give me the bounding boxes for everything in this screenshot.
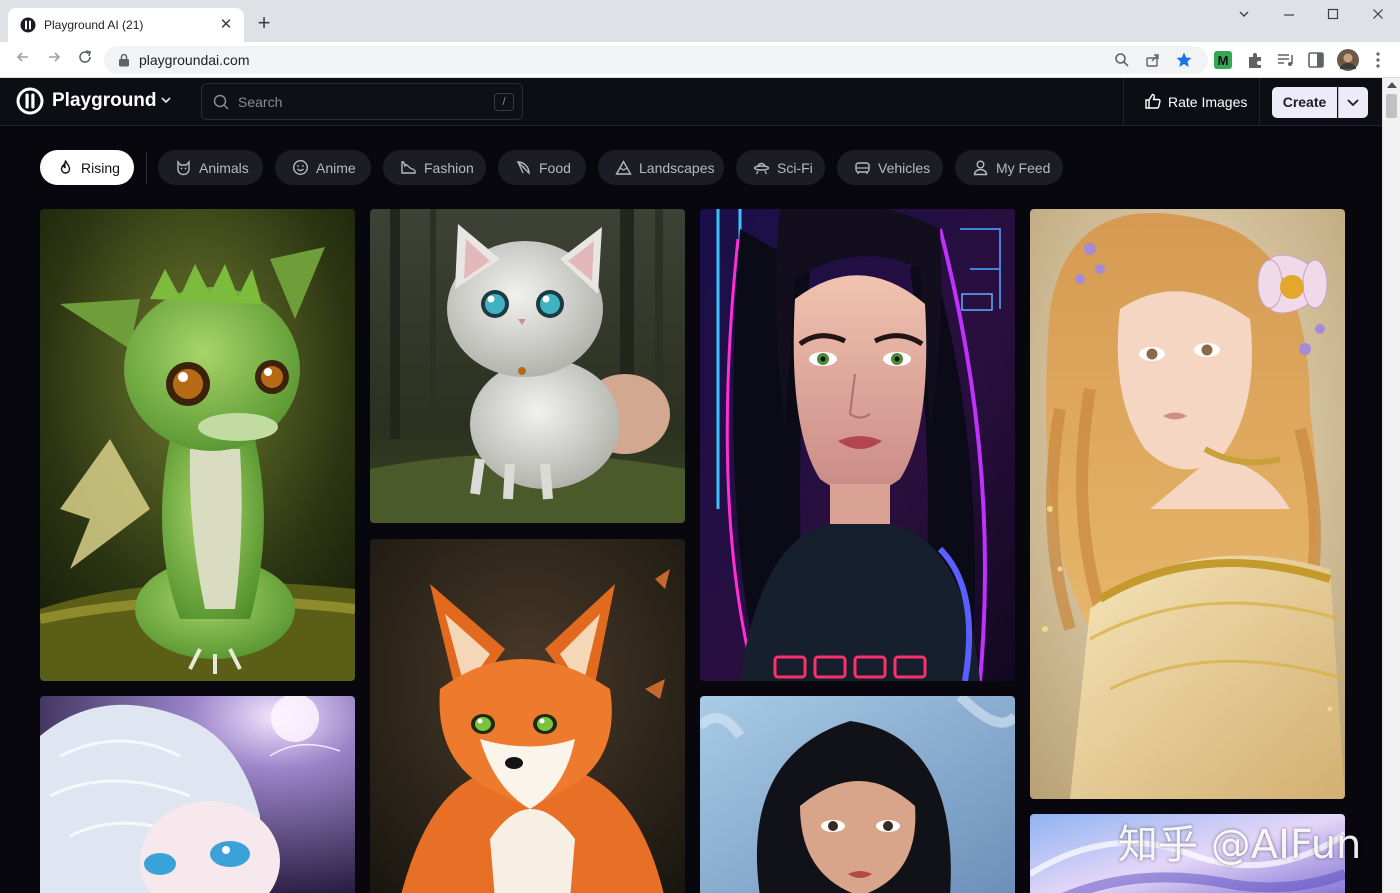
playground-favicon-icon	[20, 17, 36, 33]
app-header: Playground / Rate Images Create	[0, 78, 1382, 126]
baby-dragon-image	[40, 209, 355, 681]
silver-hair-girl-image	[40, 696, 355, 893]
browser-menu-icon[interactable]	[1368, 50, 1388, 70]
image-card-silver-hair-girl[interactable]	[40, 696, 355, 893]
smile-icon	[292, 159, 309, 176]
rate-images-label: Rate Images	[1168, 94, 1248, 110]
category-pill-vehicles[interactable]: Vehicles	[837, 150, 943, 185]
mountain-icon	[615, 160, 632, 175]
header-divider	[1259, 78, 1260, 126]
cat-icon	[177, 160, 190, 176]
category-label: Rising	[81, 160, 120, 176]
bookmark-star-icon[interactable]	[1175, 51, 1193, 69]
white-kitten-image	[370, 209, 685, 523]
category-separator	[146, 152, 147, 184]
extensions-puzzle-icon[interactable]	[1245, 50, 1265, 70]
playground-logo-icon[interactable]	[16, 87, 44, 115]
user-icon	[973, 160, 988, 176]
category-label: Fashion	[424, 160, 474, 176]
lock-icon	[119, 53, 129, 67]
category-filter-bar: Rising Animals Anime Fashion Food Landsc…	[0, 150, 1382, 186]
search-shortcut-badge: /	[494, 93, 514, 111]
category-label: Sci-Fi	[777, 160, 813, 176]
flame-icon	[60, 160, 71, 174]
category-pill-food[interactable]: Food	[498, 150, 586, 185]
category-label: Animals	[199, 160, 249, 176]
share-icon[interactable]	[1144, 51, 1162, 69]
image-card-neon-woman[interactable]	[700, 209, 1015, 681]
tab-search-icon[interactable]	[1232, 6, 1256, 26]
category-pill-animals[interactable]: Animals	[158, 150, 263, 185]
category-pill-my-feed[interactable]: My Feed	[955, 150, 1063, 185]
address-bar[interactable]: playgroundai.com	[104, 46, 1208, 74]
browser-toolbar: playgroundai.com M	[0, 42, 1400, 78]
golden-fairy-image	[1030, 209, 1345, 799]
tab-title: Playground AI (21)	[44, 18, 144, 32]
search-box[interactable]: /	[201, 83, 523, 120]
header-divider	[1123, 78, 1124, 126]
maximize-window-button[interactable]	[1321, 6, 1345, 26]
image-card-dark-hair-girl[interactable]	[700, 696, 1015, 893]
chevron-down-icon	[1338, 87, 1359, 118]
category-label: My Feed	[996, 160, 1051, 176]
image-card-baby-dragon[interactable]	[40, 209, 355, 681]
side-panel-icon[interactable]	[1306, 50, 1326, 70]
close-window-button[interactable]	[1366, 6, 1390, 26]
profile-avatar[interactable]	[1337, 49, 1359, 71]
orange-fox-image	[370, 539, 685, 893]
category-pill-rising[interactable]: Rising	[40, 150, 134, 185]
pizza-icon	[516, 161, 530, 175]
image-card-golden-fairy[interactable]	[1030, 209, 1345, 799]
url-text: playgroundai.com	[139, 52, 250, 68]
create-button[interactable]: Create	[1272, 87, 1337, 118]
dark-hair-girl-image	[700, 696, 1015, 893]
category-pill-sci-fi[interactable]: Sci-Fi	[736, 150, 825, 185]
image-card-white-kitten[interactable]	[370, 209, 685, 523]
search-input[interactable]	[238, 91, 478, 113]
ufo-icon	[753, 162, 770, 175]
new-tab-button[interactable]: +	[252, 12, 276, 36]
extension-m-icon[interactable]: M	[1213, 50, 1233, 70]
thumbs-up-icon	[1145, 93, 1161, 109]
reading-list-icon[interactable]	[1275, 50, 1295, 70]
reload-icon[interactable]	[74, 49, 96, 71]
brand-name[interactable]: Playground	[52, 90, 157, 112]
forward-icon[interactable]	[43, 49, 65, 71]
tab-strip: Playground AI (21) ✕ +	[0, 0, 1400, 42]
search-icon	[213, 94, 229, 110]
chevron-down-icon[interactable]	[158, 92, 174, 108]
category-pill-fashion[interactable]: Fashion	[383, 150, 486, 185]
category-pill-landscapes[interactable]: Landscapes	[598, 150, 724, 185]
category-label: Vehicles	[878, 160, 931, 176]
watermark-text: 知乎 @AIFun	[1118, 822, 1362, 868]
svg-text:M: M	[1218, 53, 1229, 68]
shoe-icon	[401, 161, 416, 174]
category-label: Anime	[316, 160, 356, 176]
create-menu-button[interactable]	[1338, 87, 1368, 118]
neon-woman-image	[700, 209, 1015, 681]
car-icon	[855, 162, 870, 174]
playground-app: Playground / Rate Images Create	[0, 78, 1382, 893]
close-tab-icon[interactable]: ✕	[216, 15, 236, 35]
back-icon[interactable]	[12, 49, 34, 71]
category-pill-anime[interactable]: Anime	[275, 150, 371, 185]
category-label: Food	[539, 160, 571, 176]
zoom-icon[interactable]	[1113, 51, 1131, 69]
page-scrollbar[interactable]	[1382, 78, 1400, 893]
scroll-up-arrow-icon[interactable]	[1387, 82, 1397, 88]
browser-tab[interactable]: Playground AI (21) ✕	[8, 8, 244, 42]
browser-chrome: Playground AI (21) ✕ + playgroundai.com …	[0, 0, 1400, 78]
category-label: Landscapes	[639, 160, 715, 176]
minimize-window-button[interactable]	[1277, 6, 1301, 26]
image-card-orange-fox[interactable]	[370, 539, 685, 893]
scroll-thumb[interactable]	[1386, 94, 1397, 118]
